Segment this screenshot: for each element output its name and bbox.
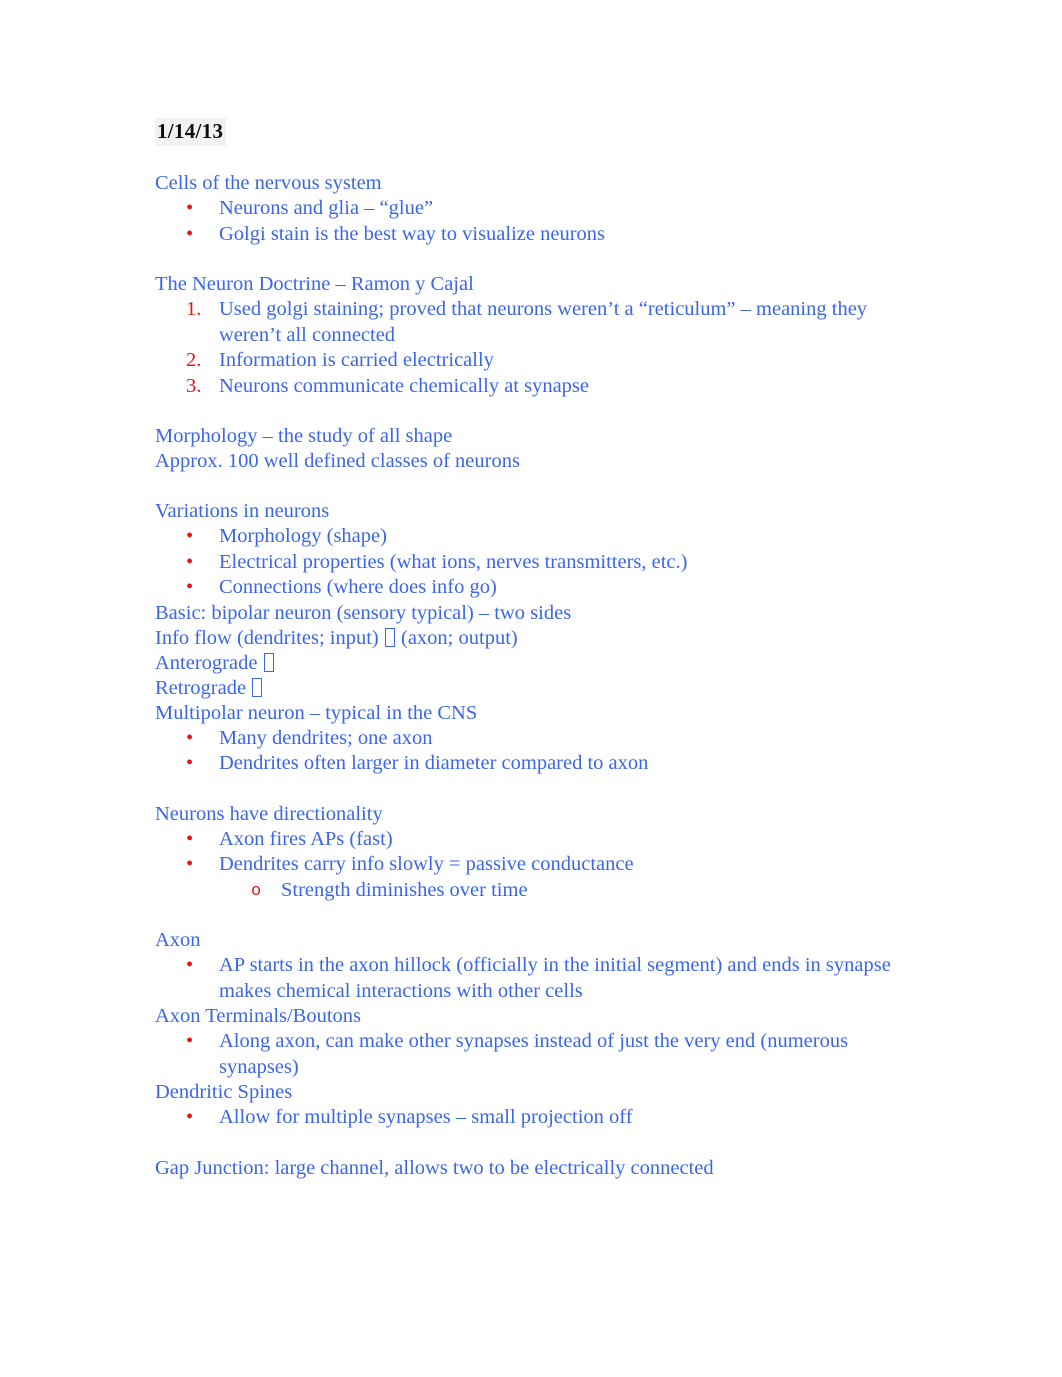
- list-item: Golgi stain is the best way to visualize…: [155, 222, 912, 248]
- bullet-icon: [186, 524, 193, 550]
- list-item-label: Electrical properties (what ions, nerves…: [219, 550, 688, 573]
- section-heading: Cells of the nervous system: [155, 172, 382, 194]
- section-gap-junction: Gap Junction: large channel, allows two …: [155, 1156, 912, 1181]
- list-item-label: AP starts in the axon hillock (officiall…: [219, 954, 891, 1002]
- list-item: Connections (where does info go): [155, 575, 912, 601]
- section-heading: Variations in neurons: [155, 500, 330, 522]
- bullet-list: Many dendrites; one axon Dendrites often…: [155, 726, 912, 777]
- list-item: Morphology (shape): [155, 524, 912, 550]
- missing-glyph-box-icon: [263, 652, 274, 672]
- bullet-list: Morphology (shape) Electrical properties…: [155, 524, 912, 601]
- section-heading: Axon: [155, 929, 201, 951]
- section-heading: Dendritic Spines: [155, 1081, 293, 1103]
- list-number: 1.: [186, 298, 202, 320]
- bullet-icon: [186, 222, 193, 248]
- basic-bipolar-line: Basic: bipolar neuron (sensory typical) …: [155, 601, 572, 624]
- date-heading-row: 1/14/13: [155, 118, 912, 146]
- bullet-icon: [186, 751, 193, 777]
- bullet-icon: [186, 852, 193, 878]
- bullet-list: Along axon, can make other synapses inst…: [155, 1029, 912, 1080]
- list-item: AP starts in the axon hillock (officiall…: [155, 953, 912, 1004]
- bullet-list: Neurons and glia – “glue” Golgi stain is…: [155, 196, 912, 247]
- info-flow-text-after: (axon; output): [395, 626, 518, 649]
- retrograde-label: Retrograde: [155, 676, 252, 699]
- list-item: Dendrites carry info slowly = passive co…: [155, 852, 912, 878]
- list-item-label: Axon fires APs (fast): [219, 827, 393, 850]
- list-item: Neurons and glia – “glue”: [155, 196, 912, 222]
- info-flow-line: Info flow (dendrites; input) (axon; outp…: [155, 626, 912, 651]
- list-item: Along axon, can make other synapses inst…: [155, 1029, 912, 1080]
- section-neurons-have-directionality: Neurons have directionality Axon fires A…: [155, 802, 912, 904]
- list-item-label: Neurons communicate chemically at synaps…: [219, 374, 590, 397]
- missing-glyph-box-icon: [384, 627, 395, 647]
- list-item-label: Morphology (shape): [219, 525, 387, 547]
- list-item-label: Information is carried electrically: [219, 349, 494, 371]
- list-item: Allow for multiple synapses – small proj…: [155, 1105, 912, 1131]
- list-number: 2.: [186, 349, 202, 371]
- section-neuron-doctrine: The Neuron Doctrine – Ramon y Cajal 1. U…: [155, 272, 912, 399]
- missing-glyph-box-icon: [252, 677, 263, 697]
- list-item: 3. Neurons communicate chemically at syn…: [155, 374, 912, 400]
- anterograde-line: Anterograde: [155, 651, 912, 676]
- section-heading: The Neuron Doctrine – Ramon y Cajal: [155, 273, 474, 295]
- section-morphology: Morphology – the study of all shape Appr…: [155, 424, 912, 474]
- list-item-label: Allow for multiple synapses – small proj…: [219, 1106, 633, 1128]
- sub-bullet-list: o Strength diminishes over time: [155, 878, 912, 904]
- section-variations-in-neurons: Variations in neurons Morphology (shape)…: [155, 499, 912, 777]
- list-item-label: Neurons and glia – “glue”: [219, 197, 434, 219]
- list-item: Dendrites often larger in diameter compa…: [155, 751, 912, 777]
- bullet-list: Axon fires APs (fast) Dendrites carry in…: [155, 827, 912, 878]
- date-heading: 1/14/13: [155, 118, 227, 146]
- anterograde-label: Anterograde: [155, 651, 263, 674]
- bullet-icon: [186, 1105, 193, 1131]
- bullet-icon: [186, 575, 193, 601]
- list-item-label: Golgi stain is the best way to visualize…: [219, 222, 606, 245]
- list-item: Electrical properties (what ions, nerves…: [155, 550, 912, 576]
- list-item-label: Many dendrites; one axon: [219, 726, 433, 749]
- list-item: o Strength diminishes over time: [155, 878, 912, 904]
- list-item: 1. Used golgi staining; proved that neur…: [155, 297, 912, 348]
- section-axon-terminals-boutons: Axon Terminals/Boutons Along axon, can m…: [155, 1004, 912, 1080]
- list-item: Many dendrites; one axon: [155, 726, 912, 752]
- bullet-icon: [186, 953, 193, 979]
- info-flow-text-before: Info flow (dendrites; input): [155, 626, 384, 649]
- section-heading: Neurons have directionality: [155, 802, 383, 825]
- bullet-list: Allow for multiple synapses – small proj…: [155, 1105, 912, 1131]
- list-item-label: Connections (where does info go): [219, 576, 497, 598]
- bullet-icon: [186, 1029, 193, 1055]
- list-number: 3.: [186, 374, 202, 397]
- gap-junction-line: Gap Junction: large channel, allows two …: [155, 1156, 714, 1179]
- document-page: 1/14/13 Cells of the nervous system Neur…: [0, 0, 1062, 1377]
- morphology-definition-line: Morphology – the study of all shape: [155, 425, 453, 447]
- bullet-icon: [186, 827, 193, 853]
- list-item: 2. Information is carried electrically: [155, 348, 912, 374]
- multipolar-neuron-line: Multipolar neuron – typical in the CNS: [155, 701, 478, 724]
- retrograde-line: Retrograde: [155, 676, 912, 701]
- section-axon: Axon AP starts in the axon hillock (offi…: [155, 928, 912, 1004]
- section-dendritic-spines: Dendritic Spines Allow for multiple syna…: [155, 1080, 912, 1131]
- bullet-list: AP starts in the axon hillock (officiall…: [155, 953, 912, 1004]
- bullet-icon: [186, 726, 193, 752]
- circle-bullet-icon: o: [251, 881, 262, 901]
- bullet-icon: [186, 550, 193, 576]
- list-item-label: Strength diminishes over time: [281, 878, 528, 901]
- section-cells-of-the-nervous-system: Cells of the nervous system Neurons and …: [155, 171, 912, 247]
- neuron-classes-line: Approx. 100 well defined classes of neur…: [155, 450, 520, 472]
- section-heading: Axon Terminals/Boutons: [155, 1005, 362, 1027]
- numbered-list: 1. Used golgi staining; proved that neur…: [155, 297, 912, 399]
- list-item: Axon fires APs (fast): [155, 827, 912, 853]
- list-item-label: Dendrites often larger in diameter compa…: [219, 752, 649, 774]
- bullet-icon: [186, 196, 193, 222]
- list-item-label: Used golgi staining; proved that neurons…: [219, 298, 868, 346]
- list-item-label: Dendrites carry info slowly = passive co…: [219, 853, 634, 875]
- list-item-label: Along axon, can make other synapses inst…: [219, 1030, 849, 1078]
